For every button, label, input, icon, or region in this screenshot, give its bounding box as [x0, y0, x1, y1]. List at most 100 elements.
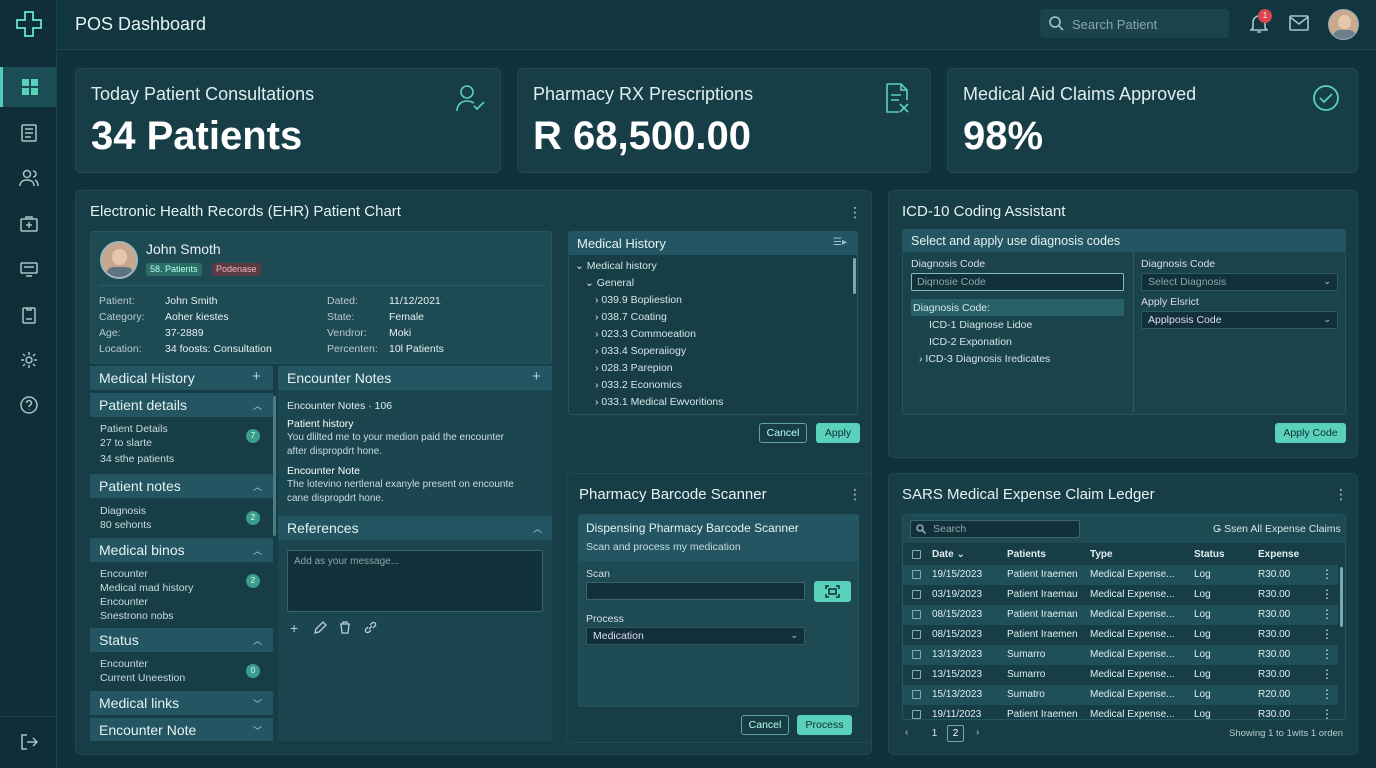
row-checkbox[interactable] [912, 610, 921, 619]
add-note-icon[interactable]: + [532, 368, 541, 385]
col-status[interactable]: Status [1194, 549, 1225, 560]
history-apply-button[interactable]: Apply [816, 423, 860, 443]
ledger-more-icon[interactable]: ⋮ [1334, 486, 1348, 503]
chevron-up-icon[interactable]: ︿ [253, 480, 262, 493]
accordion-medical-binos[interactable]: Medical binos [90, 538, 273, 562]
search-patient-input[interactable]: Search Patient [1040, 9, 1229, 38]
page-2[interactable]: 2 [947, 725, 964, 742]
chevron-up-icon[interactable]: ︿ [253, 634, 262, 647]
row-menu-icon[interactable]: ⋮ [1321, 567, 1333, 581]
col-date[interactable]: Date ⌄ [932, 549, 965, 560]
trash-icon[interactable] [339, 621, 351, 634]
diagnosis-tree-item[interactable]: ICD-1 Diagnose Lidoe [929, 319, 1032, 331]
nav-monitor-icon[interactable] [0, 249, 57, 289]
page-next-icon[interactable]: › [976, 727, 979, 738]
chevron-down-icon[interactable]: ﹀ [253, 724, 262, 737]
select-all-checkbox[interactable] [912, 550, 921, 559]
tree-group[interactable]: ⌄ General [585, 277, 634, 289]
row-checkbox[interactable] [912, 690, 921, 699]
history-cancel-button[interactable]: Cancel [759, 423, 807, 443]
tree-item[interactable]: › 038.7 Coating [595, 311, 667, 323]
nav-patients-icon[interactable] [0, 158, 57, 198]
accordion-patient-details[interactable]: Patient details [90, 393, 273, 417]
table-row[interactable]: 08/15/2023 Patient Iraemen Medical Expense… [903, 625, 1338, 645]
table-row[interactable]: 08/15/2023 Patient Iraeman Medical Expense… [903, 605, 1338, 625]
row-menu-icon[interactable]: ⋮ [1321, 587, 1333, 601]
tree-item[interactable]: › 033.1 Medical Ewvoritions [595, 396, 723, 408]
table-row[interactable]: 03/19/2023 Patient Iraemau Medical Expense… [903, 585, 1338, 605]
table-row[interactable]: 19/15/2023 Patient Iraemen Medical Expense… [903, 565, 1338, 585]
user-avatar[interactable] [1328, 9, 1359, 40]
row-checkbox[interactable] [912, 630, 921, 639]
row-menu-icon[interactable]: ⋮ [1321, 707, 1333, 719]
message-textarea[interactable]: Add as your message... [287, 550, 543, 612]
diagnosis-select[interactable]: Select Diagnosis ⌄ [1141, 273, 1338, 291]
tree-item[interactable]: › 023.3 Commoeation [595, 328, 696, 340]
ledger-search-input[interactable]: Search [910, 520, 1080, 538]
references-title[interactable]: References [278, 516, 552, 540]
nav-settings-icon[interactable] [0, 340, 57, 380]
table-row[interactable]: 15/13/2023 Sumatro Medical Expense... Log R2… [903, 685, 1338, 705]
apply-code-button[interactable]: Apply Code [1275, 423, 1346, 443]
scan-input[interactable] [586, 582, 805, 600]
table-row[interactable]: 13/15/2023 Sumarro Medical Expense... Log R3… [903, 665, 1338, 685]
diagnosis-tree-item[interactable]: ICD-2 Exponation [929, 336, 1012, 348]
col-patients[interactable]: Patients [1007, 549, 1046, 560]
accordion-medical-history[interactable]: Medical History [90, 366, 273, 390]
diagnosis-tree-item[interactable]: › ICD-3 Diagnosis Iredicates [919, 353, 1050, 365]
col-type[interactable]: Type [1090, 549, 1113, 560]
tree-item[interactable]: › 028.3 Parepion [595, 362, 673, 374]
ehr-more-icon[interactable]: ⋮ [848, 204, 862, 221]
process-select[interactable]: Medication ⌄ [586, 627, 805, 645]
row-checkbox[interactable] [912, 650, 921, 659]
accordion-patient-notes[interactable]: Patient notes [90, 474, 273, 498]
scrollbar[interactable] [853, 258, 856, 294]
row-checkbox[interactable] [912, 670, 921, 679]
row-menu-icon[interactable]: ⋮ [1321, 667, 1333, 681]
scanner-cancel-button[interactable]: Cancel [741, 715, 789, 735]
scanner-process-button[interactable]: Process [797, 715, 852, 735]
table-row[interactable]: 19/11/2023 Patient Iraemen Medical Expense… [903, 705, 1338, 719]
col-expense[interactable]: Expense [1258, 549, 1299, 560]
nav-clipboard-icon[interactable] [0, 295, 57, 335]
tree-item[interactable]: › 033.2 Economics [595, 379, 682, 391]
chevron-up-icon[interactable]: ︿ [253, 399, 262, 412]
chevron-up-icon[interactable]: ︿ [253, 544, 262, 557]
mail-icon[interactable] [1289, 15, 1309, 31]
page-1[interactable]: 1 [926, 725, 943, 742]
tree-item[interactable]: › 039.9 Bopliestion [595, 294, 682, 306]
diagnosis-code-input[interactable]: Diqnosie Code [911, 273, 1124, 291]
nav-medical-kit-icon[interactable] [0, 204, 57, 244]
chevron-down-icon[interactable]: ﹀ [253, 697, 262, 710]
tree-item[interactable]: › 033.4 Soperaiiogy [595, 345, 686, 357]
nav-dashboard-icon[interactable] [0, 67, 57, 107]
row-menu-icon[interactable]: ⋮ [1321, 607, 1333, 621]
accordion-status[interactable]: Status [90, 628, 273, 652]
tree-root[interactable]: ⌄ Medical history [575, 260, 657, 272]
edit-pencil-icon[interactable] [314, 621, 327, 634]
link-icon[interactable] [364, 621, 377, 634]
row-menu-icon[interactable]: ⋮ [1321, 687, 1333, 701]
page-prev-icon[interactable]: ‹ [905, 727, 908, 738]
scrollbar[interactable] [1340, 567, 1343, 627]
logout-icon[interactable] [0, 722, 57, 762]
chevron-up-icon[interactable]: ︿ [533, 522, 542, 535]
row-menu-icon[interactable]: ⋮ [1321, 647, 1333, 661]
scanner-more-icon[interactable]: ⋮ [848, 486, 862, 503]
row-checkbox[interactable] [912, 590, 921, 599]
table-row[interactable]: 13/13/2023 Sumarro Medical Expense... Log R3… [903, 645, 1338, 665]
scrollbar[interactable] [273, 396, 276, 536]
row-checkbox[interactable] [912, 710, 921, 719]
scan-barcode-button[interactable] [814, 581, 851, 602]
sort-menu-icon[interactable]: ☰▸ [833, 237, 847, 248]
nav-records-icon[interactable] [0, 113, 57, 153]
nav-help-icon[interactable] [0, 385, 57, 425]
row-menu-icon[interactable]: ⋮ [1321, 627, 1333, 641]
accordion-encounter-note[interactable]: Encounter Note [90, 718, 273, 741]
apply-code-select[interactable]: Applposis Code ⌄ [1141, 311, 1338, 329]
ledger-filter[interactable]: Ǥ Ssen All Expense Claims [1213, 523, 1341, 535]
accordion-medical-links[interactable]: Medical links [90, 691, 273, 715]
plus-icon[interactable]: + [252, 368, 261, 385]
row-checkbox[interactable] [912, 570, 921, 579]
add-icon[interactable]: + [290, 620, 298, 636]
